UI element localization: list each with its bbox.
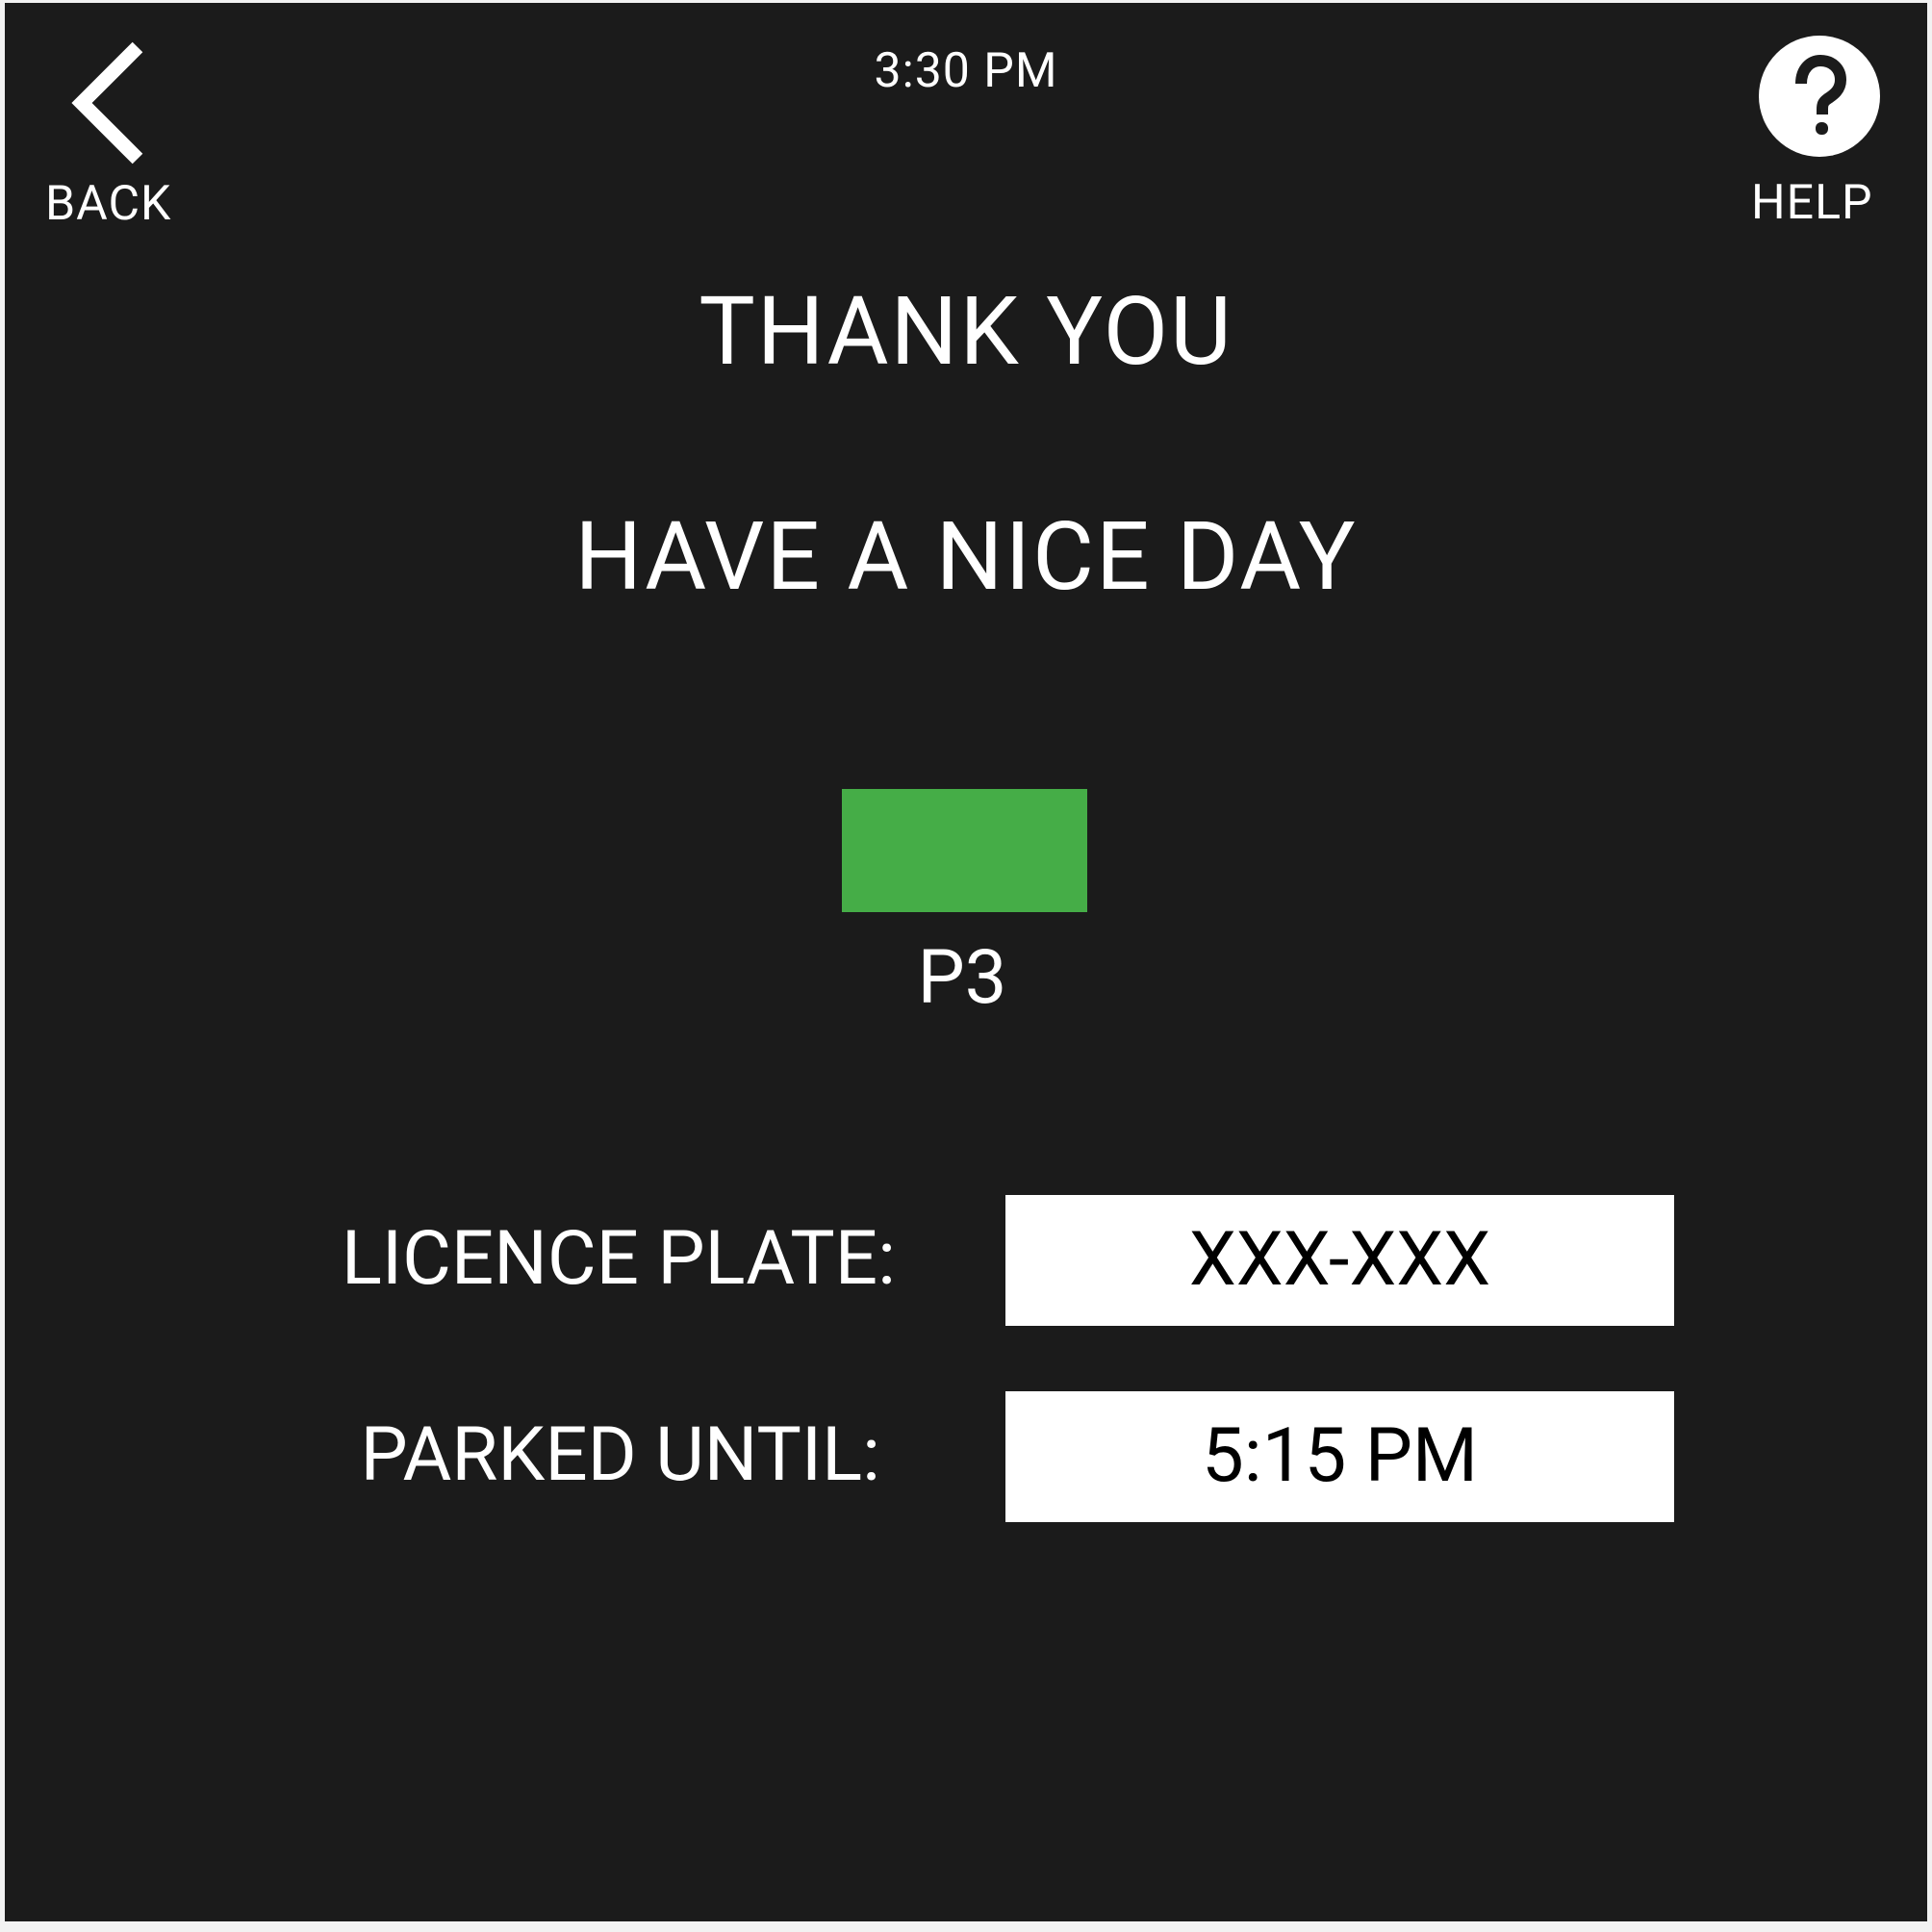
help-label: HELP bbox=[1751, 175, 1873, 231]
licence-plate-label: LICENCE PLATE: bbox=[341, 1215, 896, 1303]
licence-plate-value: XXX-XXX bbox=[1188, 1216, 1491, 1304]
zone-color-swatch bbox=[842, 789, 1087, 912]
parked-until-value-box: 5:15 PM bbox=[1005, 1391, 1674, 1522]
parked-until-value: 5:15 PM bbox=[1201, 1412, 1479, 1500]
licence-plate-value-box: XXX-XXX bbox=[1005, 1195, 1674, 1326]
parked-until-label: PARKED UNTIL: bbox=[360, 1411, 880, 1499]
clock: 3:30 PM bbox=[874, 43, 1058, 99]
question-mark-circle-icon bbox=[1759, 36, 1880, 157]
back-label: BACK bbox=[45, 176, 172, 232]
help-button[interactable]: HELP bbox=[1746, 34, 1891, 236]
parking-confirmation-screen: BACK 3:30 PM HELP THANK YOU HAVE A NICE … bbox=[5, 3, 1927, 1921]
nice-day-heading: HAVE A NICE DAY bbox=[574, 501, 1358, 612]
thank-you-heading: THANK YOU bbox=[699, 276, 1233, 387]
zone-label: P3 bbox=[917, 934, 1007, 1022]
